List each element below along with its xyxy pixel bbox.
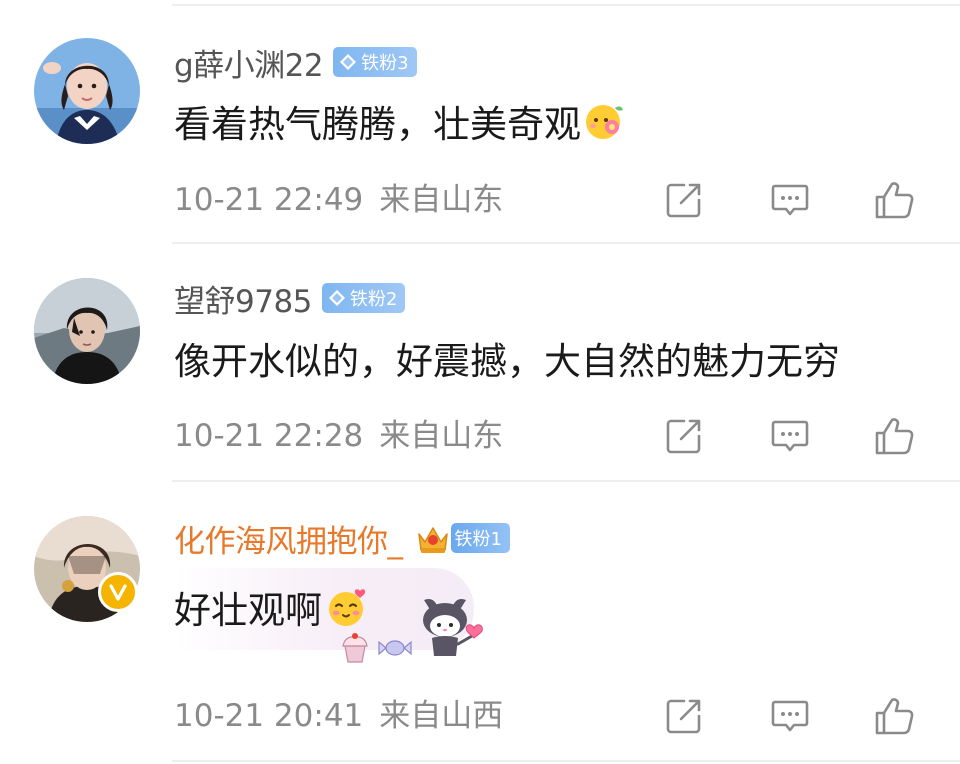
candy-sticker-icon — [378, 640, 412, 656]
divider — [172, 760, 960, 762]
avatar[interactable] — [34, 278, 140, 384]
comment-icon — [771, 700, 809, 732]
avatar[interactable] — [34, 38, 140, 144]
comment-meta: 10-21 20:41 来自山西 — [174, 694, 503, 738]
crown-icon — [417, 527, 448, 553]
comment-time: 10-21 22:49 — [174, 182, 364, 218]
username[interactable]: 化作海风拥抱你_ — [174, 516, 403, 561]
divider — [172, 4, 960, 6]
flower-face-emoji — [586, 105, 623, 139]
divider — [172, 480, 960, 482]
like-button[interactable] — [872, 414, 916, 458]
fan-badge[interactable]: 铁粉2 — [321, 283, 406, 313]
comment-text: 好壮观啊 — [174, 589, 322, 632]
like-icon — [875, 418, 914, 455]
fan-badge-label: 铁粉1 — [454, 529, 502, 550]
diamond-icon — [340, 54, 357, 70]
share-button[interactable] — [662, 694, 706, 738]
fan-badge-label: 铁粉3 — [361, 53, 409, 74]
blush-face-emoji — [329, 589, 366, 626]
comment-button[interactable] — [768, 178, 812, 222]
comment-text: 看着热气腾腾，壮美奇观 — [174, 103, 581, 146]
comment-location: 来自山东 — [379, 182, 504, 218]
like-button[interactable] — [872, 694, 916, 738]
kuromi-sticker-icon — [423, 599, 483, 656]
comment-location: 来自山西 — [379, 698, 504, 734]
fan-badge-label: 铁粉2 — [349, 289, 398, 310]
comment-location: 来自山东 — [379, 418, 504, 454]
name-row: g薛小渊22 铁粉3 — [174, 40, 417, 84]
comment-time: 10-21 22:28 — [174, 418, 364, 454]
comment-text-row: 像开水似的，好震撼，大自然的魅力无穷 — [174, 333, 840, 383]
username[interactable]: 望舒9785 — [174, 276, 312, 321]
comment-time: 10-21 20:41 — [174, 698, 364, 734]
share-button[interactable] — [662, 414, 706, 458]
fan-badge-pill: 铁粉1 — [450, 523, 510, 553]
cupcake-sticker-icon — [342, 633, 368, 663]
like-button[interactable] — [872, 178, 916, 222]
comment-text-row: 好壮观啊 — [174, 582, 368, 632]
share-icon — [666, 183, 701, 218]
share-button[interactable] — [662, 178, 706, 222]
comment-text: 像开水似的，好震撼，大自然的魅力无穷 — [174, 340, 840, 383]
comment-button[interactable] — [768, 694, 812, 738]
comment-meta: 10-21 22:49 来自山东 — [174, 178, 503, 222]
like-icon — [875, 182, 914, 219]
diamond-icon — [328, 290, 345, 306]
comment-icon — [771, 184, 809, 216]
v-badge-icon — [98, 572, 138, 612]
name-row: 化作海风拥抱你_ 铁粉1 — [174, 516, 510, 560]
divider — [172, 242, 960, 244]
comment-text-row: 看着热气腾腾，壮美奇观 — [174, 96, 625, 146]
share-icon — [666, 699, 701, 734]
username[interactable]: g薛小渊22 — [174, 40, 324, 85]
fan-badge[interactable]: 铁粉3 — [333, 47, 417, 77]
comment-meta: 10-21 22:28 来自山东 — [174, 414, 503, 458]
name-row: 望舒9785 铁粉2 — [174, 276, 406, 321]
like-icon — [875, 698, 914, 735]
comment-icon — [771, 420, 809, 452]
share-icon — [666, 419, 701, 454]
fan-badge[interactable]: 铁粉1 — [415, 520, 510, 556]
comment-button[interactable] — [768, 414, 812, 458]
